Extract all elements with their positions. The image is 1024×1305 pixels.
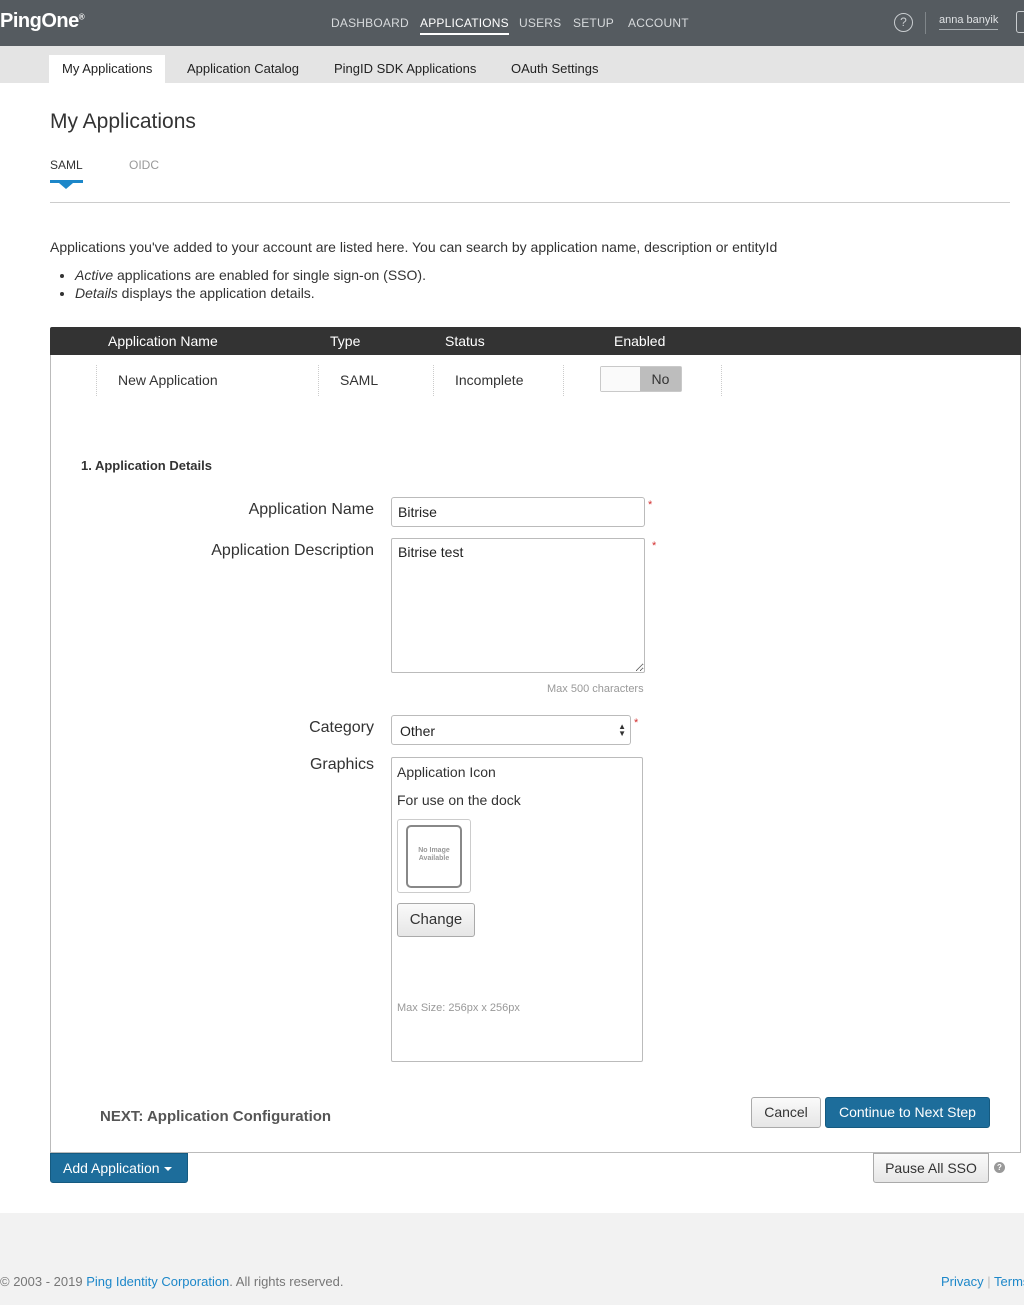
column-application-name[interactable]: Application Name xyxy=(108,333,218,349)
no-image-icon: No Image Available xyxy=(406,825,462,888)
user-menu-button[interactable] xyxy=(1016,11,1024,33)
active-tab-caret-icon xyxy=(59,183,73,189)
bullet-details-text: displays the application details. xyxy=(117,285,315,301)
icon-preview: No Image Available xyxy=(397,819,471,893)
subtab-oauth-settings[interactable]: OAuth Settings xyxy=(498,55,611,83)
footer-links: Privacy | Terms xyxy=(941,1274,1024,1289)
nav-setup[interactable]: SETUP xyxy=(573,16,614,30)
icon-max-size-hint: Max Size: 256px x 256px xyxy=(397,1002,520,1014)
info-bullets: Active applications are enabled for sing… xyxy=(75,267,426,303)
copyright: © 2003 - 2019 Ping Identity Corporation.… xyxy=(0,1274,343,1289)
nav-account[interactable]: ACCOUNT xyxy=(628,16,689,30)
toggle-value: No xyxy=(640,367,681,391)
description-hint: Max 500 characters xyxy=(547,683,644,695)
help-icon[interactable]: ? xyxy=(994,1162,1005,1173)
page-title: My Applications xyxy=(50,110,196,133)
company-link[interactable]: Ping Identity Corporation xyxy=(86,1274,229,1289)
copyright-prefix: © 2003 - 2019 xyxy=(0,1274,87,1289)
intro-text: Applications you've added to your accoun… xyxy=(50,239,778,255)
toggle-knob xyxy=(601,367,641,391)
footer-separator: | xyxy=(987,1274,991,1289)
column-type[interactable]: Type xyxy=(330,333,360,349)
change-icon-button[interactable]: Change xyxy=(397,903,475,937)
sub-navigation: My Applications Application Catalog Ping… xyxy=(0,46,1024,83)
section-title: 1. Application Details xyxy=(81,458,212,473)
cell-application-name[interactable]: New Application xyxy=(118,372,218,388)
privacy-link[interactable]: Privacy xyxy=(941,1274,984,1289)
app-name-label: Application Name xyxy=(248,501,374,518)
add-application-label: Add Application xyxy=(63,1160,160,1176)
required-marker: * xyxy=(652,540,657,552)
bullet-details: Details displays the application details… xyxy=(75,285,426,303)
cell-separator xyxy=(721,365,722,396)
footer-band xyxy=(0,1213,1024,1305)
bullet-active-text: applications are enabled for single sign… xyxy=(113,267,426,283)
copyright-suffix: . All rights reserved. xyxy=(229,1274,344,1289)
subtab-my-applications[interactable]: My Applications xyxy=(49,55,166,83)
chevron-down-icon xyxy=(163,1167,172,1172)
column-status[interactable]: Status xyxy=(445,333,485,349)
nav-dashboard[interactable]: DASHBOARD xyxy=(331,16,409,30)
tab-divider xyxy=(50,202,1010,203)
category-label: Category xyxy=(309,719,374,736)
cell-type: SAML xyxy=(340,372,379,388)
app-name-input[interactable] xyxy=(391,497,645,527)
enabled-toggle[interactable]: No xyxy=(600,366,682,392)
user-menu[interactable]: anna banyik xyxy=(939,14,999,30)
category-select[interactable]: Other ▲ ▼ xyxy=(391,715,631,745)
nav-users[interactable]: USERS xyxy=(519,16,561,30)
logo-text: PingOne xyxy=(0,10,79,32)
bullet-details-em: Details xyxy=(75,285,118,301)
help-icon[interactable]: ? xyxy=(894,13,913,32)
app-description-label: Application Description xyxy=(211,542,374,559)
required-marker: * xyxy=(634,717,639,729)
cell-separator xyxy=(563,365,564,396)
top-bar: PingOne® DASHBOARD APPLICATIONS USERS SE… xyxy=(0,0,1024,46)
add-application-button[interactable]: Add Application xyxy=(50,1153,188,1183)
subtab-application-catalog[interactable]: Application Catalog xyxy=(174,55,312,83)
table-row[interactable]: New Application SAML Incomplete No xyxy=(50,355,1021,406)
header-divider xyxy=(925,12,926,34)
cell-separator xyxy=(433,365,434,396)
bullet-active-em: Active xyxy=(75,267,114,283)
next-step-label: NEXT: Application Configuration xyxy=(100,1108,332,1125)
category-value: Other xyxy=(400,723,436,739)
tab-oidc[interactable]: OIDC xyxy=(129,158,159,172)
applications-table-header: Application Name Type Status Enabled xyxy=(50,327,1021,355)
graphics-subtitle: For use on the dock xyxy=(397,792,521,808)
cell-separator xyxy=(318,365,319,396)
cancel-button[interactable]: Cancel xyxy=(751,1097,821,1128)
required-marker: * xyxy=(648,499,653,511)
bullet-active: Active applications are enabled for sing… xyxy=(75,267,426,285)
nav-applications[interactable]: APPLICATIONS xyxy=(420,16,509,35)
app-description-textarea[interactable]: Bitrise test xyxy=(391,538,645,673)
pause-all-sso-button[interactable]: Pause All SSO xyxy=(873,1153,989,1183)
terms-link[interactable]: Terms xyxy=(994,1274,1024,1289)
graphics-title: Application Icon xyxy=(397,764,496,780)
column-enabled[interactable]: Enabled xyxy=(614,333,665,349)
subtab-pingid-sdk-applications[interactable]: PingID SDK Applications xyxy=(321,55,489,83)
logo-mark: ® xyxy=(78,12,85,22)
graphics-label: Graphics xyxy=(309,756,374,773)
cell-separator xyxy=(96,365,97,396)
continue-button[interactable]: Continue to Next Step xyxy=(825,1097,990,1128)
select-arrows-icon: ▲ ▼ xyxy=(618,722,626,738)
cell-status: Incomplete xyxy=(455,372,524,388)
tab-saml[interactable]: SAML xyxy=(50,158,83,172)
pingone-logo[interactable]: PingOne® xyxy=(0,10,85,33)
